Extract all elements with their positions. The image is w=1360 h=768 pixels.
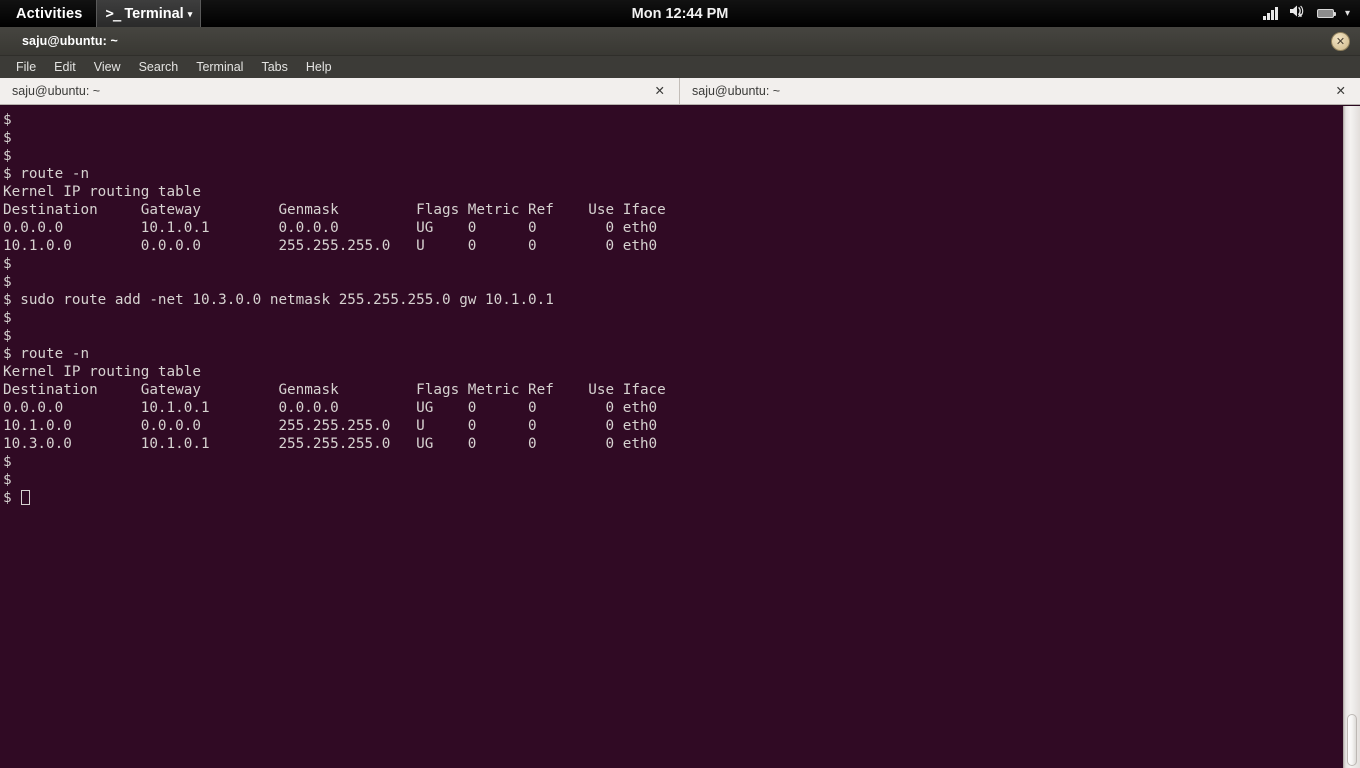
terminal-line: $ [3,130,12,146]
tab-label: saju@ubuntu: ~ [12,84,101,98]
terminal-line: $ [3,454,12,470]
text-cursor [21,490,31,505]
terminal-line: $ [3,328,12,344]
terminal-line: $ sudo route add -net 10.3.0.0 netmask 2… [3,292,554,308]
terminal-line: $ [3,310,12,326]
terminal-app-indicator[interactable]: >_ Terminal ▾ [96,0,202,27]
terminal-line: $ [3,112,12,128]
tab-close-icon[interactable]: ✕ [655,84,665,98]
tab-terminal-1[interactable]: saju@ubuntu: ~ ✕ [0,78,680,104]
terminal-line: Kernel IP routing table [3,184,201,200]
volume-muted-icon[interactable] [1289,4,1306,23]
terminal-line: 10.1.0.0 0.0.0.0 255.255.255.0 U 0 0 0 e… [3,238,658,254]
terminal-line: 0.0.0.0 10.1.0.1 0.0.0.0 UG 0 0 0 eth0 [3,400,658,416]
chevron-down-icon[interactable]: ▾ [1345,8,1350,19]
terminal-line: 10.1.0.0 0.0.0.0 255.255.255.0 U 0 0 0 e… [3,418,658,434]
signal-strength-icon[interactable] [1263,7,1278,20]
terminal-screen[interactable]: $ $ $ $ route -n Kernel IP routing table Dest… [0,106,1343,768]
terminal-window: saju@ubuntu: ~ ✕ File Edit View Search T… [0,27,1360,768]
terminal-prompt-line: $ [3,489,1343,507]
terminal-line: $ route -n [3,346,90,362]
terminal-line: Kernel IP routing table [3,364,201,380]
terminal-scrollbar[interactable] [1343,106,1360,768]
scrollbar-thumb[interactable] [1347,714,1357,766]
menu-item-terminal[interactable]: Terminal [187,58,252,76]
window-titlebar: saju@ubuntu: ~ ✕ [0,27,1360,56]
menu-item-help[interactable]: Help [297,58,341,76]
panel-clock[interactable]: Mon 12:44 PM [0,6,1360,22]
menu-item-edit[interactable]: Edit [45,58,85,76]
terminal-line: 0.0.0.0 10.1.0.1 0.0.0.0 UG 0 0 0 eth0 [3,220,658,236]
activities-button[interactable]: Activities [0,6,96,22]
menu-item-view[interactable]: View [85,58,130,76]
terminal-line: $ [3,256,12,272]
menu-bar: File Edit View Search Terminal Tabs Help [0,56,1360,78]
close-icon[interactable]: ✕ [1331,32,1350,51]
menu-item-file[interactable]: File [7,58,45,76]
menu-item-search[interactable]: Search [130,58,188,76]
chevron-down-icon: ▾ [187,9,193,19]
system-tray: ▾ [1263,0,1350,27]
battery-icon[interactable] [1316,9,1337,18]
terminal-line: Destination Gateway Genmask Flags Metric… [3,382,666,398]
terminal-prompt-icon: >_ [105,5,121,22]
terminal-line: $ [3,472,12,488]
tab-terminal-2[interactable]: saju@ubuntu: ~ ✕ [680,78,1360,104]
menu-item-tabs[interactable]: Tabs [252,58,296,76]
terminal-line: $ [3,148,12,164]
terminal-app-label: Terminal [124,5,184,22]
shell-prompt: $ [3,490,21,506]
gnome-top-panel: Activities >_ Terminal ▾ Mon 12:44 PM ▾ [0,0,1360,27]
terminal-line: $ [3,274,12,290]
tab-close-icon[interactable]: ✕ [1336,84,1346,98]
terminal-line: $ route -n [3,166,90,182]
tab-bar: saju@ubuntu: ~ ✕ saju@ubuntu: ~ ✕ [0,78,1360,105]
terminal-content-area[interactable]: $ $ $ $ route -n Kernel IP routing table Dest… [0,105,1360,768]
terminal-line: 10.3.0.0 10.1.0.1 255.255.255.0 UG 0 0 0… [3,436,658,452]
window-title: saju@ubuntu: ~ [22,34,118,48]
tab-label: saju@ubuntu: ~ [692,84,781,98]
terminal-line: Destination Gateway Genmask Flags Metric… [3,202,666,218]
